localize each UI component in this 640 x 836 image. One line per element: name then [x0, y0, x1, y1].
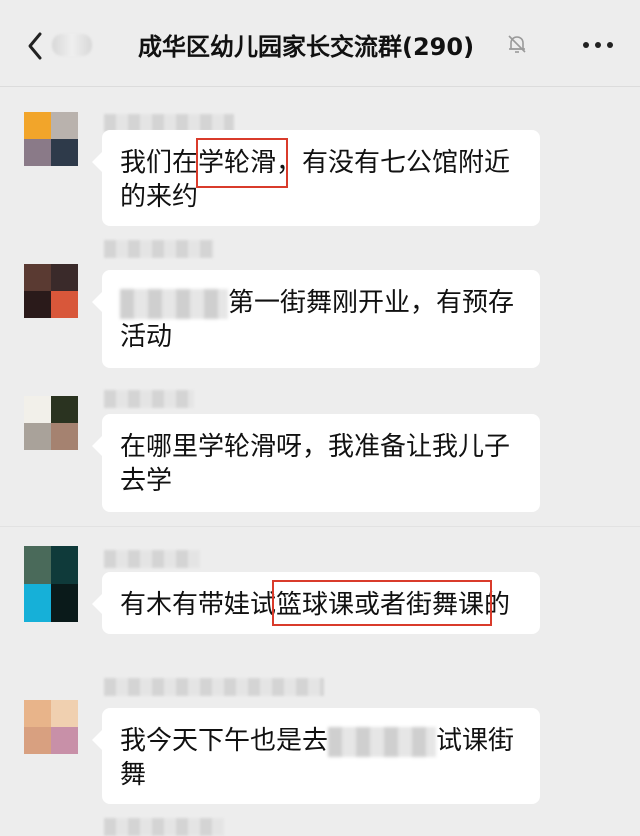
message-bubble[interactable]: 第一街舞刚开业，有预存活动 [92, 270, 540, 368]
nickname-blurred [104, 550, 200, 568]
message-bubble[interactable]: 我今天下午也是去 试课街舞 [92, 708, 540, 804]
mute-bell-icon [506, 33, 528, 55]
separator [0, 526, 640, 527]
nickname-blurred [104, 240, 214, 258]
message-text: 我们在学轮滑，有没有七公馆附近的来约 [120, 148, 511, 212]
avatar[interactable] [24, 112, 78, 166]
highlight-box [272, 580, 492, 626]
nickname-blurred [104, 390, 194, 408]
nickname-blurred [104, 818, 224, 836]
avatar[interactable] [24, 700, 78, 754]
avatar[interactable] [24, 546, 78, 622]
message-bubble[interactable]: 在哪里学轮滑呀，我准备让我儿子去学 [92, 414, 540, 512]
message-bubble[interactable]: 我们在学轮滑，有没有七公馆附近的来约 [92, 130, 540, 226]
avatar[interactable] [24, 264, 78, 318]
avatar[interactable] [24, 396, 78, 450]
nickname-blurred [104, 678, 324, 696]
more-dots-icon [583, 42, 613, 48]
redacted-text [120, 288, 228, 319]
redacted-text [328, 726, 437, 757]
message-text: 在哪里学轮滑呀，我准备让我儿子去学 [120, 432, 511, 496]
more-options-button[interactable] [580, 33, 616, 57]
highlight-box [196, 138, 288, 188]
message-text-before: 我今天下午也是去 [120, 726, 329, 756]
group-title: 成华区幼儿园家长交流群(290) [138, 33, 475, 61]
unread-count-blurred [52, 34, 92, 56]
chat-header: 成华区幼儿园家长交流群(290) [0, 0, 640, 87]
